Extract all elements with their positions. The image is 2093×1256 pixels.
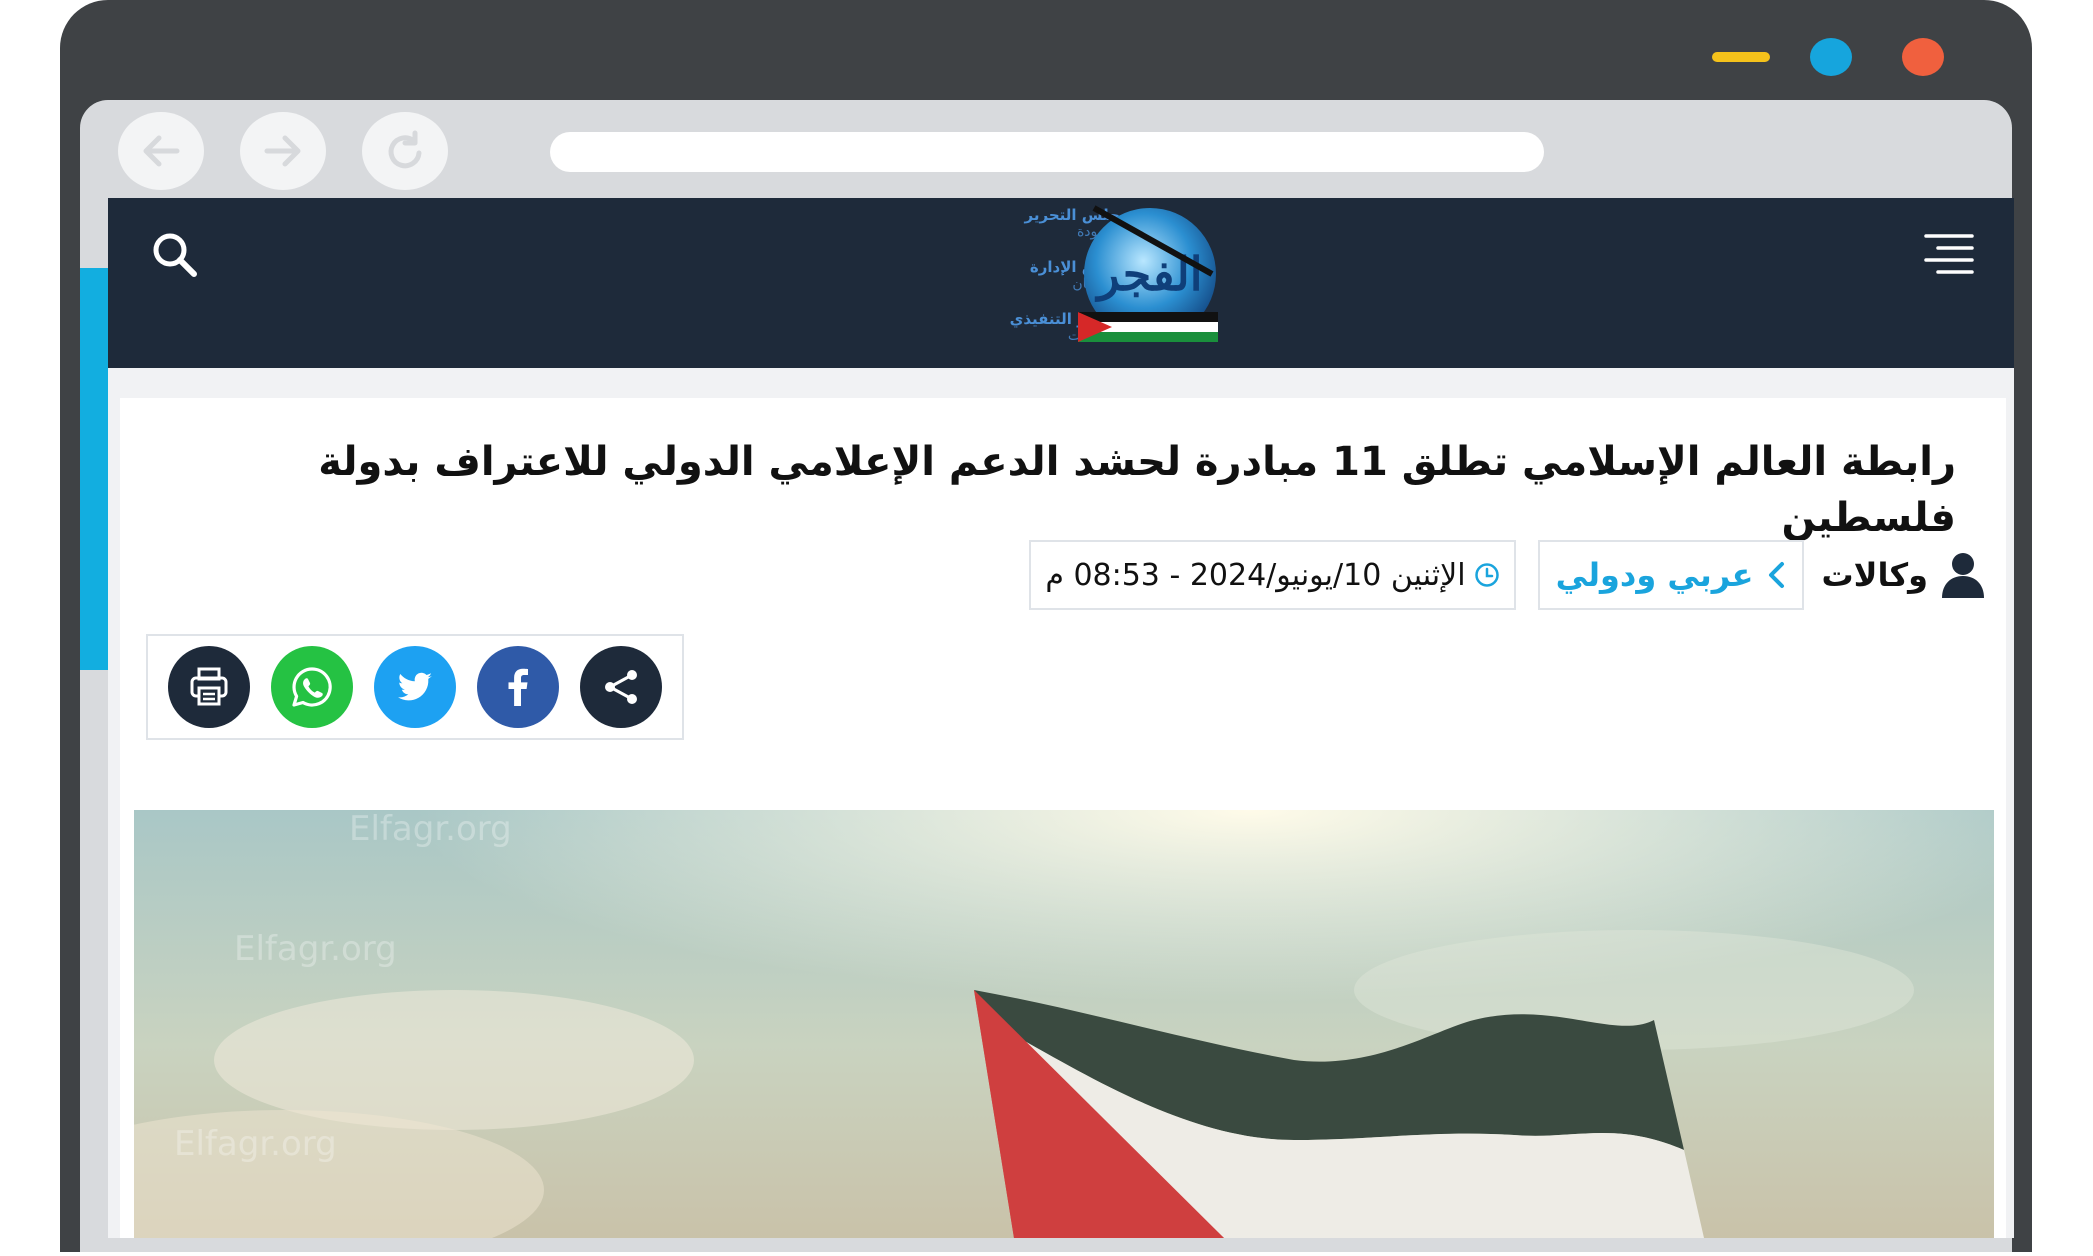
user-icon xyxy=(1942,553,1984,598)
article-meta: وكالات عربي ودولي الإثنين 10/يونيو/2024 … xyxy=(1029,540,1984,610)
whatsapp-share-button[interactable] xyxy=(271,646,354,728)
site-header: رئيس مجلس التحرير عادل حمودة رئيس مجلس ا… xyxy=(108,198,2014,368)
article-title: رابطة العالم الإسلامي تطلق 11 مبادرة لحش… xyxy=(318,439,1956,541)
minimize-button[interactable] xyxy=(1712,52,1770,62)
twitter-icon xyxy=(397,672,432,701)
page-content: رابطة العالم الإسلامي تطلق 11 مبادرة لحش… xyxy=(108,368,2014,1238)
palestine-flag-photo: Elfagr.org Elfagr.org Elfagr.org xyxy=(134,810,1994,1238)
reload-icon xyxy=(388,130,422,169)
facebook-icon xyxy=(508,668,528,706)
address-bar[interactable] xyxy=(550,132,1544,172)
share-toolbar xyxy=(146,634,684,740)
watermark-text: Elfagr.org xyxy=(349,810,512,849)
category-label: عربي ودولي xyxy=(1555,556,1754,594)
print-button[interactable] xyxy=(168,646,251,728)
menu-icon[interactable] xyxy=(1924,232,1974,276)
whatsapp-icon xyxy=(292,667,332,707)
watermark-text: Elfagr.org xyxy=(174,1124,337,1164)
publish-date: الإثنين 10/يونيو/2024 - 08:53 م xyxy=(1029,540,1516,610)
print-icon xyxy=(190,667,228,706)
close-button[interactable] xyxy=(1902,38,1944,76)
article-hero-image: Elfagr.org Elfagr.org Elfagr.org xyxy=(134,810,1994,1238)
arrow-left-icon xyxy=(143,135,180,167)
maximize-button[interactable] xyxy=(1810,38,1852,76)
facebook-share-button[interactable] xyxy=(476,646,559,728)
date-text: الإثنين 10/يونيو/2024 - 08:53 م xyxy=(1045,557,1466,593)
share-icon xyxy=(604,670,637,704)
arrow-right-icon xyxy=(264,135,301,167)
article-card: رابطة العالم الإسلامي تطلق 11 مبادرة لحش… xyxy=(120,398,2006,1238)
reload-button[interactable] xyxy=(362,112,448,190)
share-button[interactable] xyxy=(579,646,662,728)
logo-text: الفجر xyxy=(1094,247,1202,302)
twitter-share-button[interactable] xyxy=(373,646,456,728)
chevron-left-icon xyxy=(1768,562,1784,588)
author[interactable]: وكالات xyxy=(1821,552,1984,598)
site-logo[interactable]: الفجر xyxy=(1070,204,1226,352)
watermark-text: Elfagr.org xyxy=(234,929,397,969)
forward-button[interactable] xyxy=(240,112,326,190)
category-link[interactable]: عربي ودولي xyxy=(1537,540,1804,610)
search-icon[interactable] xyxy=(148,228,202,282)
back-button[interactable] xyxy=(118,112,204,190)
accent-strip xyxy=(80,268,108,670)
clock-icon xyxy=(1474,563,1499,587)
author-name: وكالات xyxy=(1821,556,1929,594)
